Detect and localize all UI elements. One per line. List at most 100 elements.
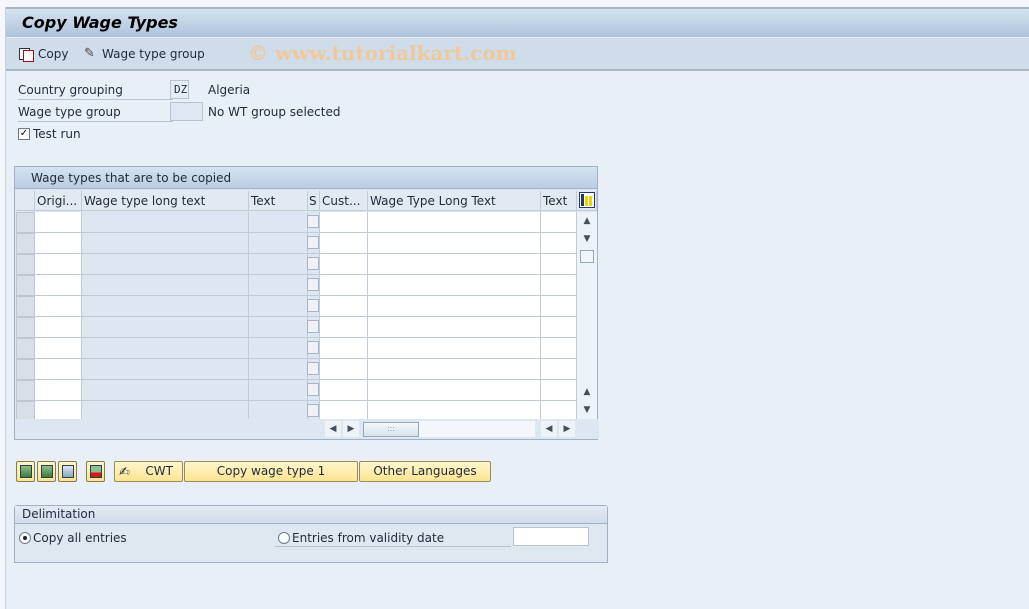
table-cell[interactable]	[35, 275, 82, 296]
row-selector[interactable]	[16, 359, 35, 380]
row-checkbox[interactable]	[307, 257, 319, 270]
table-cell[interactable]	[307, 233, 320, 254]
table-cell[interactable]	[541, 233, 577, 254]
table-cell[interactable]	[541, 380, 577, 401]
table-cell[interactable]	[320, 296, 368, 317]
table-cell[interactable]	[368, 359, 541, 380]
row-selector[interactable]	[16, 296, 35, 317]
table-cell[interactable]	[307, 380, 320, 401]
row-selector[interactable]	[16, 212, 35, 233]
column-header-wage-type-long-text[interactable]: Wage type long text	[82, 191, 249, 211]
wage-type-group-field[interactable]	[170, 102, 203, 121]
table-cell[interactable]	[320, 212, 368, 233]
other-languages-button[interactable]: Other Languages	[359, 461, 491, 482]
row-checkbox[interactable]	[307, 404, 319, 417]
scroll-right-button-1[interactable]: ▶	[343, 421, 359, 437]
table-cell[interactable]	[35, 338, 82, 359]
horizontal-scrollbar[interactable]: ◀ ▶ ::: ◀ ▶	[15, 419, 599, 439]
table-cell[interactable]	[35, 254, 82, 275]
row-checkbox[interactable]	[307, 299, 319, 312]
test-run-checkbox[interactable]: ✓	[18, 128, 30, 140]
table-cell[interactable]	[541, 296, 577, 317]
row-selector[interactable]	[16, 338, 35, 359]
row-selector[interactable]	[16, 317, 35, 338]
table-cell[interactable]	[35, 359, 82, 380]
table-cell[interactable]	[541, 317, 577, 338]
table-cell[interactable]	[307, 275, 320, 296]
scroll-page-up-button[interactable]: ▲	[579, 384, 595, 400]
column-header-text[interactable]: Text	[249, 191, 308, 211]
table-cell[interactable]	[320, 338, 368, 359]
wage-type-group-button[interactable]: ✎ Wage type group	[84, 47, 205, 62]
table-cell[interactable]	[368, 296, 541, 317]
row-checkbox[interactable]	[307, 215, 319, 228]
scroll-down-button[interactable]: ▼	[579, 402, 595, 418]
column-settings-button[interactable]	[577, 191, 597, 211]
table-cell[interactable]	[320, 233, 368, 254]
horizontal-scroll-track[interactable]	[419, 421, 535, 437]
table-cell[interactable]	[320, 275, 368, 296]
table-cell[interactable]	[320, 380, 368, 401]
scroll-left-button-1[interactable]: ◀	[325, 421, 341, 437]
select-all-header[interactable]	[16, 191, 35, 211]
table-cell[interactable]	[307, 317, 320, 338]
table-cell[interactable]	[307, 338, 320, 359]
table-cell[interactable]	[320, 317, 368, 338]
table-cell[interactable]	[307, 296, 320, 317]
copy-all-entries-radio[interactable]	[19, 532, 31, 544]
table-cell[interactable]	[541, 359, 577, 380]
table-cell[interactable]	[368, 317, 541, 338]
entries-from-validity-date-radio[interactable]	[278, 532, 290, 544]
scroll-right-button-2[interactable]: ▶	[559, 421, 575, 437]
select-all-button[interactable]	[16, 461, 35, 482]
row-checkbox[interactable]	[307, 320, 319, 333]
row-selector[interactable]	[16, 254, 35, 275]
table-cell[interactable]	[35, 317, 82, 338]
deselect-block-button[interactable]	[58, 461, 77, 482]
scroll-left-button-2[interactable]: ◀	[541, 421, 557, 437]
table-cell[interactable]	[320, 254, 368, 275]
row-checkbox[interactable]	[307, 383, 319, 396]
table-cell[interactable]	[35, 380, 82, 401]
row-checkbox[interactable]	[307, 362, 319, 375]
row-selector[interactable]	[16, 380, 35, 401]
column-header-original[interactable]: Origi...	[35, 191, 82, 211]
scroll-up-button[interactable]: ▲	[579, 213, 595, 229]
table-cell[interactable]	[541, 212, 577, 233]
table-cell[interactable]	[35, 296, 82, 317]
table-cell[interactable]	[35, 233, 82, 254]
table-cell[interactable]	[368, 380, 541, 401]
table-cell[interactable]	[307, 359, 320, 380]
column-header-wage-type-long-text-2[interactable]: Wage Type Long Text	[368, 191, 541, 211]
copy-button[interactable]: Copy	[19, 47, 68, 62]
country-grouping-field[interactable]: DZ	[170, 80, 189, 99]
vertical-scrollbar[interactable]: ▲ ▼ ▲ ▼	[577, 212, 597, 419]
row-selector[interactable]	[16, 233, 35, 254]
table-cell[interactable]	[541, 275, 577, 296]
table-cell[interactable]	[541, 254, 577, 275]
table-cell[interactable]	[368, 212, 541, 233]
column-header-s[interactable]: S	[308, 191, 320, 211]
column-header-customer[interactable]: Cust...	[320, 191, 368, 211]
vertical-scroll-thumb[interactable]	[580, 250, 594, 263]
table-cell[interactable]	[320, 359, 368, 380]
row-selector[interactable]	[16, 275, 35, 296]
horizontal-scroll-thumb[interactable]: :::	[363, 422, 419, 437]
select-block-button[interactable]	[37, 461, 56, 482]
table-cell[interactable]	[368, 254, 541, 275]
cwt-button[interactable]: ✍ CWT	[114, 461, 183, 482]
table-cell[interactable]	[368, 275, 541, 296]
row-checkbox[interactable]	[307, 341, 319, 354]
scroll-page-down-button[interactable]: ▼	[579, 231, 595, 247]
column-header-text-2[interactable]: Text	[541, 191, 577, 211]
table-cell[interactable]	[307, 212, 320, 233]
row-checkbox[interactable]	[307, 236, 319, 249]
table-cell[interactable]	[541, 338, 577, 359]
copy-wage-type-button[interactable]: Copy wage type 1	[184, 461, 358, 482]
validity-date-field[interactable]	[513, 527, 589, 546]
table-cell[interactable]	[307, 254, 320, 275]
row-checkbox[interactable]	[307, 278, 319, 291]
table-cell[interactable]	[35, 212, 82, 233]
deselect-all-button[interactable]	[86, 461, 105, 482]
table-cell[interactable]	[368, 233, 541, 254]
